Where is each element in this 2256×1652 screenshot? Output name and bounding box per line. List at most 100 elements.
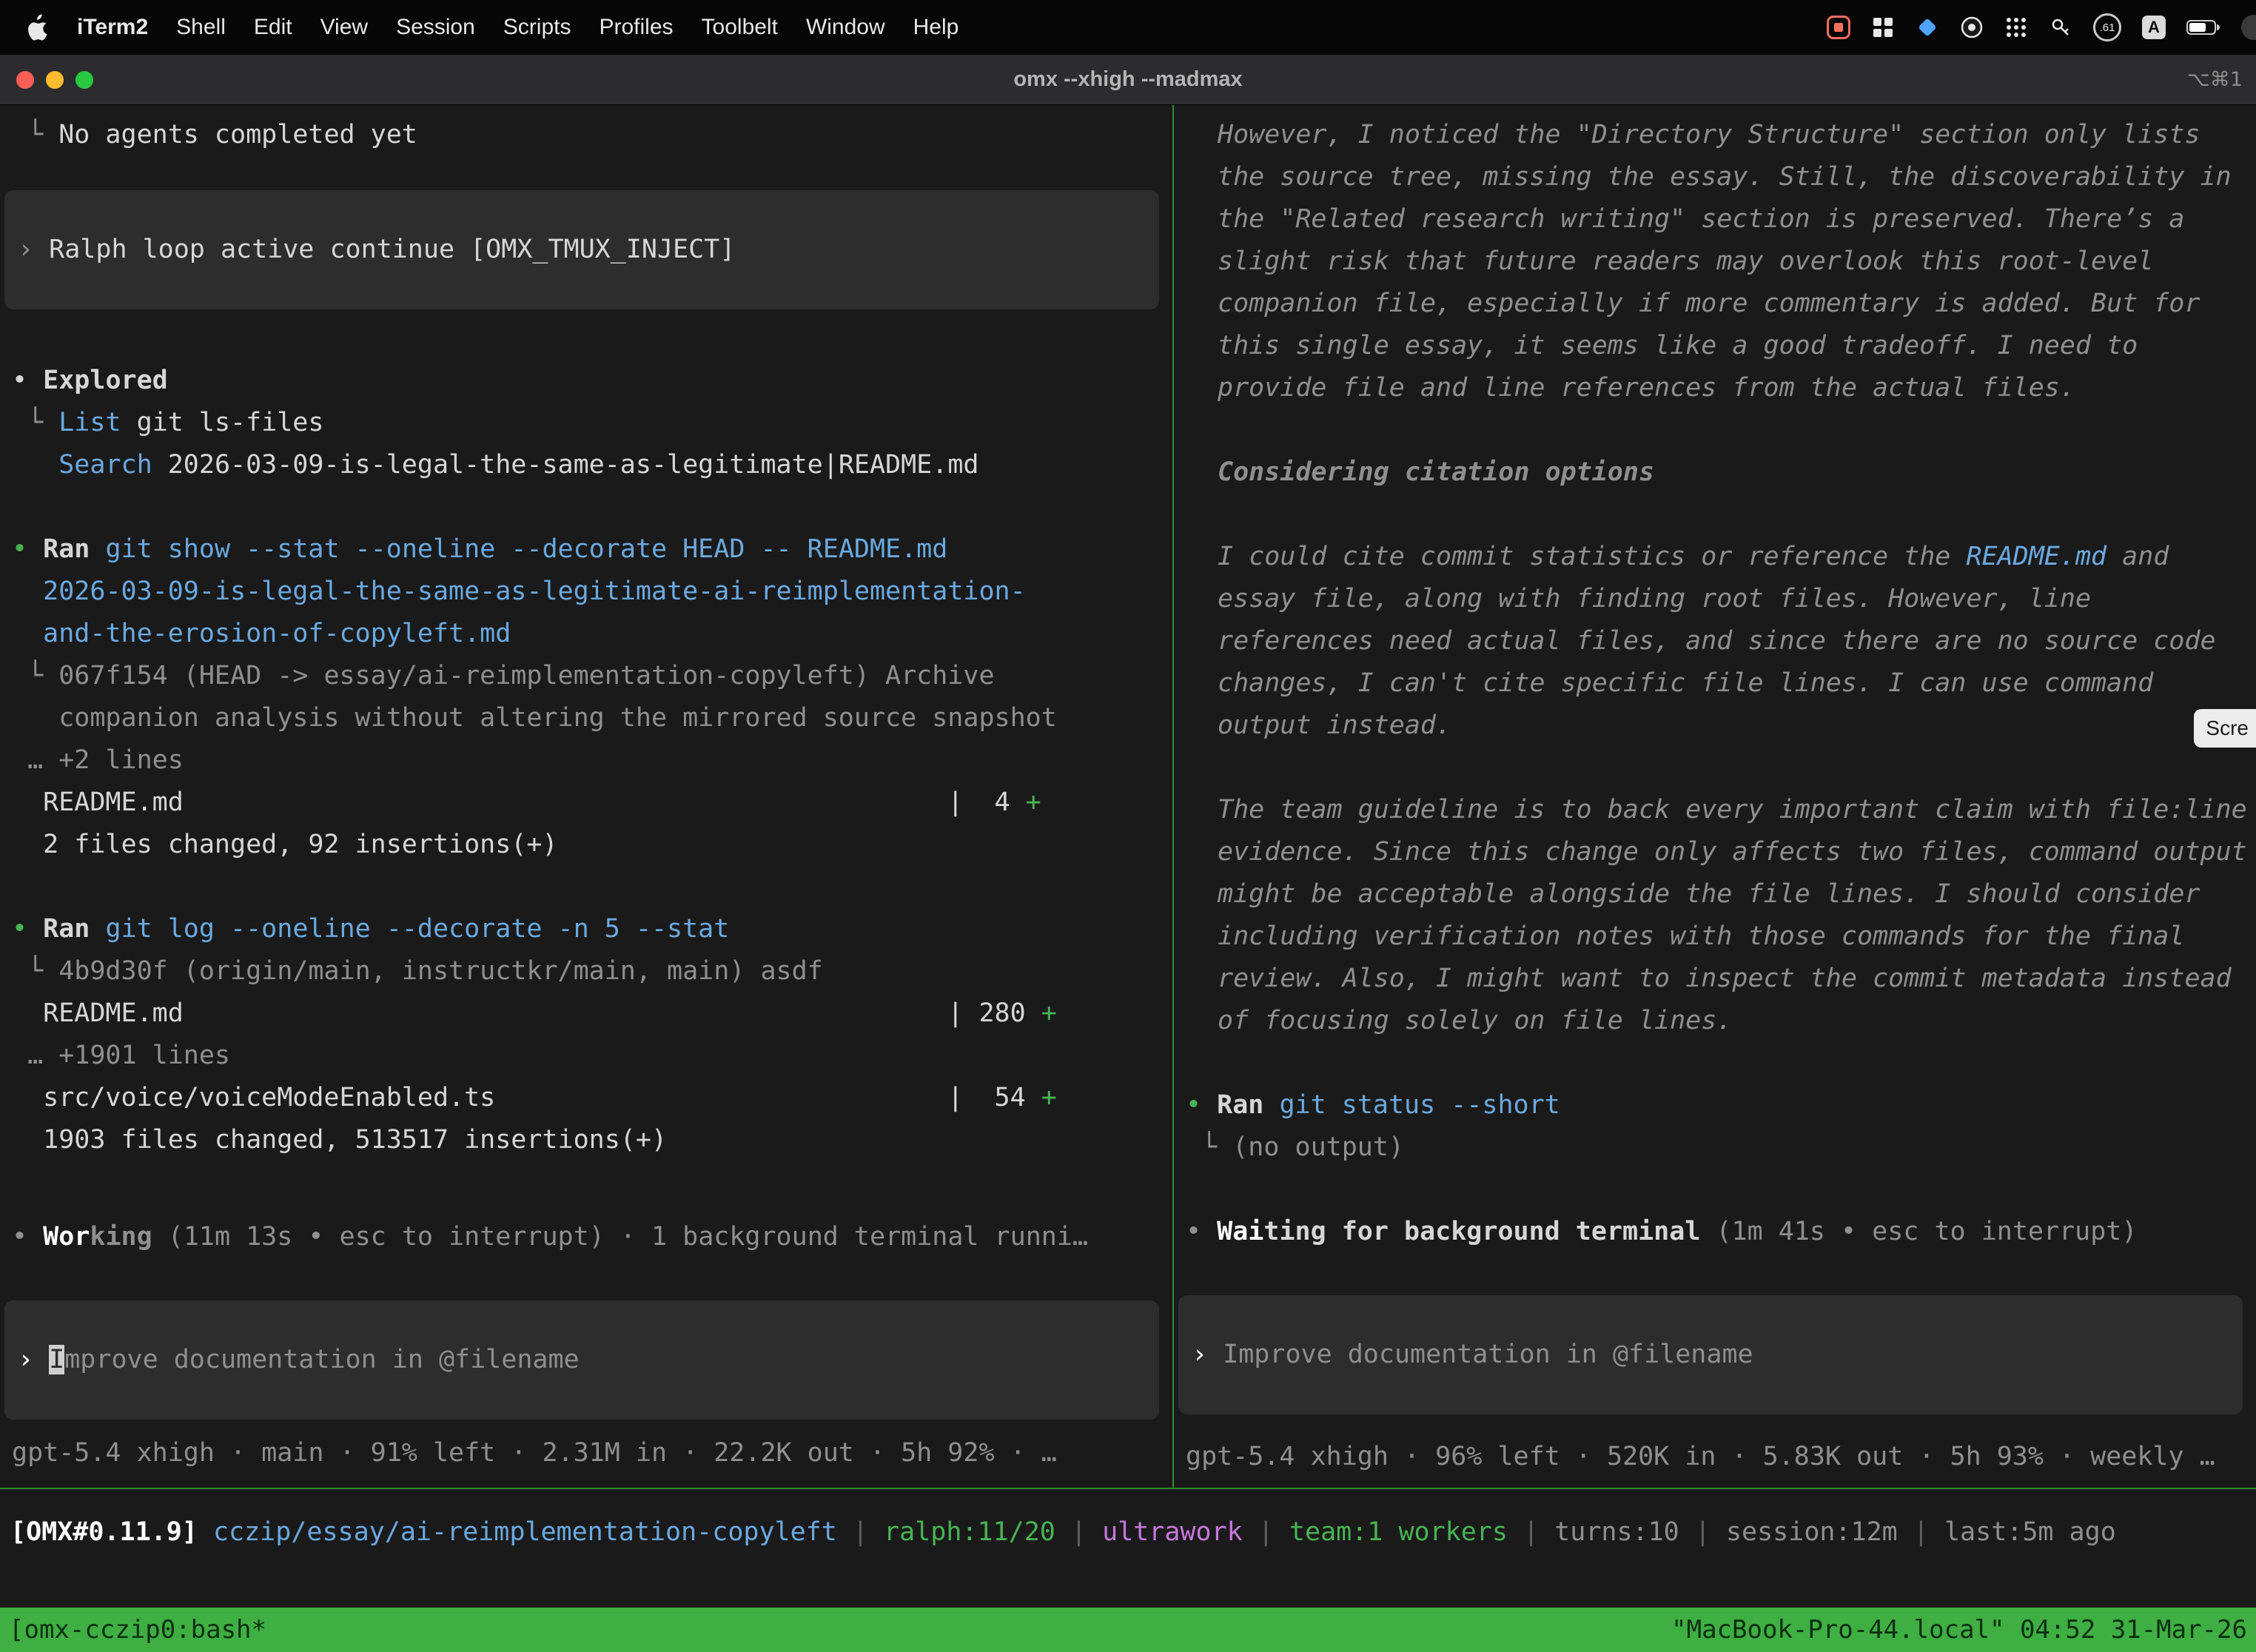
terminal-line: 2026-03-09-is-legal-the-same-as-legitima…: [12, 571, 1166, 613]
terminal-line: The team guideline is to back every impo…: [1218, 789, 2250, 1042]
text-segment: 2026-03-09-is-legal-the-same-as-legitima…: [43, 577, 1026, 606]
menu-shell[interactable]: Shell: [176, 15, 226, 40]
prompt-input[interactable]: › Improve documentation in @filename: [4, 1300, 1159, 1420]
text-segment: └: [1186, 1132, 1232, 1162]
terminal-line: and-the-erosion-of-copyleft.md: [12, 613, 1166, 655]
text-segment: [198, 1517, 213, 1547]
apple-menu[interactable]: [27, 14, 49, 41]
text-segment: |: [1243, 1517, 1289, 1547]
text-segment: turns:10: [1554, 1517, 1679, 1547]
terminal-line: • Explored: [12, 360, 1166, 402]
text-segment: README.md: [1966, 542, 2106, 571]
battery-icon[interactable]: [2186, 19, 2220, 36]
terminal-line: • Working (11m 13s • esc to interrupt) ·…: [12, 1216, 1166, 1258]
minimize-button[interactable]: [46, 71, 64, 89]
right-agent-pane[interactable]: However, I noticed the "Directory Struct…: [1174, 105, 2256, 1488]
blue-app-icon[interactable]: [1916, 16, 1939, 39]
text-segment: +: [1041, 1083, 1057, 1112]
battery-percentage-badge[interactable]: .61: [2093, 13, 2121, 41]
screen: iTerm2 Shell Edit View Session Scripts Profil…: [0, 0, 2256, 1652]
text-segment: +: [1026, 788, 1041, 817]
text-segment: …: [12, 745, 58, 775]
text-segment: [152, 1222, 168, 1252]
menu-edit[interactable]: Edit: [254, 15, 292, 40]
text-segment: |: [837, 1517, 884, 1547]
git-log-block: • Ran git log --oneline --decorate -n 5 …: [12, 908, 1166, 1161]
screen-share-pill[interactable]: Scre: [2194, 709, 2256, 748]
text-segment: ultrawork: [1102, 1517, 1243, 1547]
terminal-line: › Improve documentation in @filename: [1192, 1334, 2229, 1376]
text-segment: |: [1508, 1517, 1554, 1547]
session-footer: gpt-5.4 xhigh · main · 91% left · 2.31M …: [12, 1432, 1166, 1474]
text-segment: └: [12, 408, 58, 437]
text-segment: •: [1186, 1090, 1217, 1120]
text-segment: session:12m: [1726, 1517, 1898, 1547]
terminal-line: Search 2026-03-09-is-legal-the-same-as-l…: [12, 444, 1166, 486]
text-segment: cczip/essay/ai-reimplementation-copyleft: [213, 1517, 837, 1547]
text-segment: Wai: [1217, 1217, 1263, 1246]
terminal-line: I could cite commit statistics or refere…: [1218, 536, 2250, 747]
text-segment: last:5m ago: [1944, 1517, 2116, 1547]
text-segment: •: [1186, 1217, 1217, 1246]
text-segment: 067f154 (HEAD -> essay/ai-reimplementati…: [58, 661, 994, 691]
text-segment: src/voice/voiceModeEnabled.ts | 54: [12, 1083, 1041, 1112]
close-button[interactable]: [16, 71, 34, 89]
text-segment: 1903 files changed, 513517 insertions(+): [12, 1125, 667, 1155]
text-segment: •: [12, 1222, 43, 1252]
terminal-line: • Ran git status --short: [1186, 1084, 2250, 1126]
text-segment: └: [12, 120, 58, 150]
menu-window[interactable]: Window: [806, 15, 885, 40]
terminal-line: … +2 lines: [12, 739, 1166, 782]
left-agent-pane[interactable]: └ No agents completed yet› Ralph loop ac…: [0, 105, 1174, 1488]
menu-help[interactable]: Help: [913, 15, 959, 40]
text-segment: |: [1898, 1517, 1944, 1547]
dots-grid-icon[interactable]: [2004, 16, 2028, 39]
thinking-paragraph-3: The team guideline is to back every impo…: [1186, 789, 2250, 1042]
window-title-bar[interactable]: omx --xhigh --madmax ⌥⌘1: [0, 55, 2256, 105]
terminal-line: • Waiting for background terminal (1m 41…: [1186, 1211, 2250, 1253]
battery-percentage-text: .61: [2100, 21, 2115, 34]
screen-recording-indicator-icon[interactable]: [1827, 16, 1850, 39]
text-segment: [12, 450, 58, 480]
thinking-heading: Considering citation options: [1186, 451, 2250, 494]
terminal: └ No agents completed yet› Ralph loop ac…: [0, 105, 2256, 1652]
menu-bar-menus: iTerm2 Shell Edit View Session Scripts Profil…: [27, 14, 959, 41]
text-segment: companion analysis without altering the …: [12, 703, 1057, 733]
menu-profiles[interactable]: Profiles: [599, 15, 673, 40]
text-segment: (no output): [1232, 1132, 1404, 1162]
text-segment: Considering citation options: [1218, 457, 1654, 487]
tmux-host-clock: "MacBook-Pro-44.local" 04:52 31-Mar-26: [1671, 1609, 2247, 1651]
menu-scripts[interactable]: Scripts: [503, 15, 571, 40]
terminal-line: src/voice/voiceModeEnabled.ts | 54 +: [12, 1077, 1166, 1119]
menu-extra-partial-icon[interactable]: [2241, 15, 2256, 40]
text-segment: mprove documentation in @filename: [64, 1345, 579, 1374]
text-segment: [90, 534, 105, 564]
text-segment: |: [1055, 1517, 1102, 1547]
text-segment: The team guideline is to back every impo…: [1218, 795, 2256, 1035]
round-app-icon[interactable]: [1960, 16, 1984, 39]
text-segment: +2 lines: [58, 745, 184, 775]
text-segment: 2 files changed, 92 insertions(+): [12, 830, 558, 859]
app-menu-iterm2[interactable]: iTerm2: [77, 15, 148, 40]
prompt-input[interactable]: › Improve documentation in @filename: [1178, 1295, 2243, 1414]
text-segment: gpt-5.4 xhigh · main · 91% left · 2.31M …: [12, 1438, 1057, 1468]
menu-view[interactable]: View: [320, 15, 368, 40]
terminal-line: └ No agents completed yet: [12, 114, 1166, 156]
explored-block: • Explored └ List git ls-files Search 20…: [12, 360, 1166, 486]
terminal-line: README.md | 280 +: [12, 993, 1166, 1035]
window-hotkey-badge: ⌥⌘1: [2187, 68, 2243, 91]
terminal-line: └ 067f154 (HEAD -> essay/ai-reimplementa…: [12, 655, 1166, 697]
agent-panes: └ No agents completed yet› Ralph loop ac…: [0, 105, 2256, 1488]
input-source-icon[interactable]: A: [2142, 16, 2166, 39]
menu-session[interactable]: Session: [396, 15, 475, 40]
terminal-line: • Ran git log --oneline --decorate -n 5 …: [12, 908, 1166, 950]
grid-app-icon[interactable]: [1871, 16, 1895, 39]
text-segment: git show --stat --oneline --decorate HEA…: [105, 534, 947, 564]
menu-toolbelt[interactable]: Toolbelt: [702, 15, 778, 40]
terminal-line: Considering citation options: [1218, 451, 2250, 494]
text-segment: git ls-files: [121, 408, 324, 437]
zoom-button[interactable]: [75, 71, 93, 89]
terminal-line: 2 files changed, 92 insertions(+): [12, 824, 1166, 866]
key-icon[interactable]: [2049, 16, 2072, 39]
text-segment: Search: [58, 450, 152, 480]
